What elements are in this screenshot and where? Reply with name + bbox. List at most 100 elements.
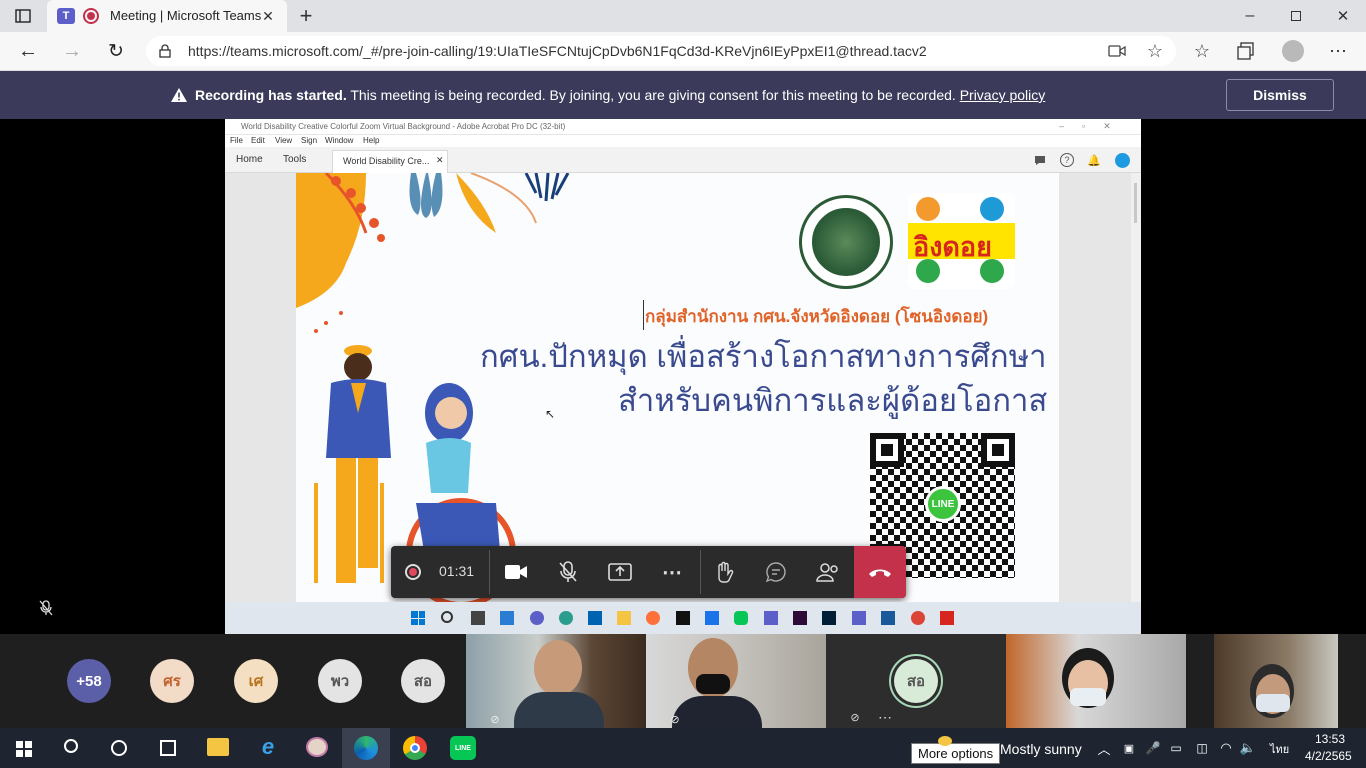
dismiss-button[interactable]: Dismiss <box>1226 79 1334 111</box>
video-mic-muted-icon: ⊘ <box>490 713 500 726</box>
chat-icon[interactable] <box>761 557 791 587</box>
bell-icon[interactable]: 🔔 <box>1087 153 1101 167</box>
url-text: https://teams.microsoft.com/_#/pre-join-… <box>188 43 927 59</box>
shared-windows-taskbar <box>225 602 1141 634</box>
participant-avatar[interactable]: ศร <box>150 659 194 703</box>
windows-taskbar: e LINE More options Mostly sunny ︿ ▣ 🎤 ▭… <box>0 728 1366 768</box>
refresh-icon[interactable]: ↻ <box>104 39 128 63</box>
task-view-icon[interactable] <box>160 740 176 756</box>
hang-up-button[interactable] <box>854 546 906 598</box>
browser-tab-teams[interactable]: T Meeting | Microsoft Teams ✕ <box>47 0 287 32</box>
show-hidden-icons-icon[interactable]: ︿ <box>1096 740 1112 757</box>
participant-avatar[interactable]: สอ <box>401 659 445 703</box>
favorites-icon[interactable]: ☆ <box>1190 40 1214 62</box>
volume-icon[interactable]: 🔈 <box>1240 740 1256 756</box>
camera-icon[interactable] <box>1106 41 1128 61</box>
screen-share-tray-icon[interactable]: ▭ <box>1168 740 1184 756</box>
weather-text[interactable]: Mostly sunny <box>1000 741 1082 757</box>
minimize-window-icon[interactable]: – <box>1238 4 1262 28</box>
recording-banner: Recording has started. This meeting is b… <box>0 71 1366 119</box>
close-window-icon[interactable]: ✕ <box>1331 4 1355 28</box>
privacy-policy-link[interactable]: Privacy policy <box>960 87 1046 103</box>
app-icon-16 <box>911 611 925 625</box>
participant-video-4[interactable] <box>1214 634 1338 728</box>
close-doc-tab-icon[interactable]: ✕ <box>436 155 444 166</box>
tab-home[interactable]: Home <box>236 154 263 165</box>
overflow-participants-avatar[interactable]: +58 <box>67 659 111 703</box>
active-participant-tile[interactable]: สอ ⊘ ⋯ <box>826 634 1006 728</box>
cortana-icon[interactable] <box>111 740 127 756</box>
search-icon <box>441 611 453 623</box>
comment-icon[interactable] <box>1033 153 1047 167</box>
participant-avatar: สอ <box>894 659 938 703</box>
share-screen-icon[interactable] <box>605 557 635 587</box>
call-controls-bar: 01:31 ⋯ <box>391 546 906 598</box>
acrobat-scrollbar[interactable] <box>1131 173 1141 602</box>
help-icon[interactable]: ? <box>1060 153 1074 167</box>
address-field[interactable]: https://teams.microsoft.com/_#/pre-join-… <box>146 36 1176 66</box>
acrobat-titlebar: World Disability Creative Colorful Zoom … <box>225 119 1141 135</box>
menu-view[interactable]: View <box>275 136 292 145</box>
wifi-icon[interactable]: ◠ <box>1218 740 1234 756</box>
windows-start-icon[interactable] <box>16 741 32 757</box>
back-arrow-icon[interactable]: ← <box>16 39 40 63</box>
lock-icon <box>158 43 172 59</box>
paint-icon[interactable] <box>306 737 328 757</box>
menu-help[interactable]: Help <box>363 136 379 145</box>
actions-divider <box>700 550 701 594</box>
input-language[interactable]: ไทย <box>1270 740 1289 758</box>
collections-icon[interactable] <box>1234 40 1258 62</box>
mic-muted-icon[interactable] <box>553 557 583 587</box>
tab-actions-icon[interactable] <box>12 6 34 26</box>
participants-icon[interactable] <box>813 557 843 587</box>
tile-more-options-icon[interactable]: ⋯ <box>876 709 894 725</box>
warning-icon <box>170 87 188 103</box>
chrome-icon[interactable] <box>403 736 427 760</box>
meet-now-icon[interactable]: ◫ <box>1194 740 1210 756</box>
microphone-tray-icon[interactable]: 🎤 <box>1145 740 1161 756</box>
more-actions-icon[interactable]: ⋯ <box>657 557 687 587</box>
tile-mic-muted-icon: ⊘ <box>850 711 860 724</box>
taskbar-search-icon[interactable] <box>64 739 78 753</box>
menu-edit[interactable]: Edit <box>251 136 265 145</box>
tab-tools[interactable]: Tools <box>283 154 306 165</box>
file-explorer-icon[interactable] <box>207 738 229 756</box>
menu-file[interactable]: File <box>230 136 243 145</box>
app-icon-8 <box>676 611 690 625</box>
raise-hand-icon[interactable] <box>709 557 739 587</box>
headline-line-2: สำหรับคนพิการและผู้ด้อยโอกาส <box>618 383 1048 418</box>
more-options-icon[interactable]: ⋯ <box>1326 40 1350 62</box>
menu-sign[interactable]: Sign <box>301 136 317 145</box>
add-favorite-icon[interactable]: ☆ <box>1144 40 1166 62</box>
participant-avatar[interactable]: พว <box>318 659 362 703</box>
banner-text: This meeting is being recorded. By joini… <box>350 87 956 103</box>
clock-time[interactable]: 13:53 <box>1315 732 1345 746</box>
restore-window-icon[interactable] <box>1284 4 1308 28</box>
camera-toggle-icon[interactable] <box>501 557 531 587</box>
profile-avatar[interactable] <box>1282 40 1304 62</box>
tooltip-more-options: More options <box>911 743 1001 764</box>
clock-date[interactable]: 4/2/2565 <box>1305 749 1352 763</box>
teams-logo-icon: T <box>57 8 75 24</box>
edge-icon[interactable] <box>354 736 378 760</box>
participants-strip: +58 ศร เศ พว สอ สอ ⊘ ⋯ ⊘ ⊘ <box>0 634 1366 728</box>
forward-arrow-icon[interactable]: → <box>60 39 84 63</box>
internet-explorer-icon[interactable]: e <box>256 734 280 759</box>
organization-text: กลุ่มสำนักงาน กศน.จังหวัดอิงดอย (โซนอิงด… <box>645 307 989 326</box>
participant-avatar[interactable]: เศ <box>234 659 278 703</box>
new-tab-icon[interactable]: + <box>294 3 318 28</box>
text-cursor <box>643 300 644 330</box>
close-tab-icon[interactable]: ✕ <box>259 7 277 25</box>
device-icon[interactable]: ▣ <box>1121 740 1137 756</box>
participant-video-3[interactable] <box>1006 634 1186 728</box>
app-icon-12 <box>793 611 807 625</box>
video-mic-muted-icon: ⊘ <box>670 713 680 726</box>
acrobat-window-controls: –▫✕ <box>1059 121 1129 131</box>
acrobat-profile-icon[interactable] <box>1115 153 1130 168</box>
line-app-icon[interactable]: LINE <box>450 736 476 760</box>
tab-document[interactable]: World Disability Cre... ✕ <box>332 150 448 173</box>
menu-window[interactable]: Window <box>325 136 353 145</box>
app-icon-14 <box>852 611 866 625</box>
call-timer: 01:31 <box>439 563 475 579</box>
app-icon-10 <box>734 611 748 625</box>
